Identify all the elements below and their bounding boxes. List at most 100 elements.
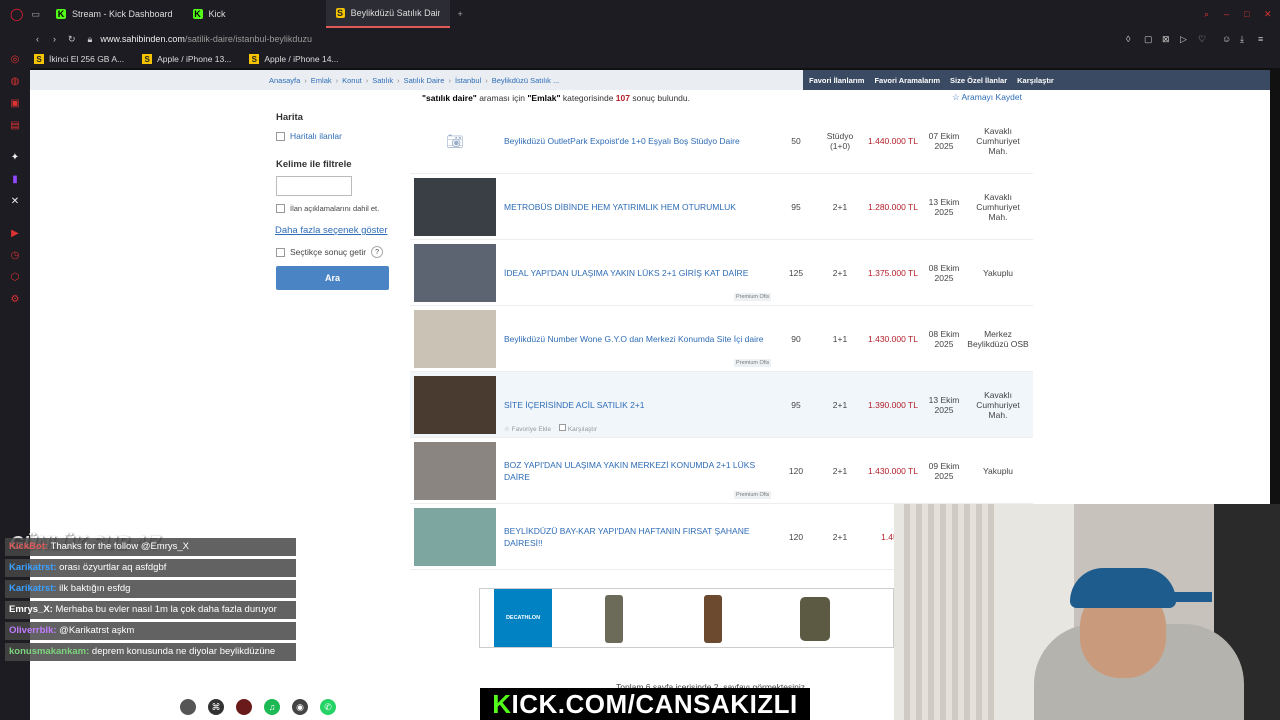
whatsapp-icon[interactable]: ✆ <box>320 699 336 715</box>
listing-title[interactable]: BEYLİKDÜZÜ BAY-KAR YAPI'DAN HAFTANIN FIR… <box>504 504 776 570</box>
obs-icon[interactable]: ◉ <box>292 699 308 715</box>
settings-icon[interactable]: ⚙ <box>9 294 21 306</box>
listing-m2: 95 <box>791 400 801 410</box>
listing-date: 13 Ekim 2025 <box>928 197 960 217</box>
user-link[interactable]: Favori Aramalarım <box>874 76 940 85</box>
search-button[interactable]: Ara <box>276 266 389 290</box>
back-icon[interactable]: ‹ <box>36 34 39 44</box>
keyword-title: Kelime ile filtrele <box>276 159 352 170</box>
profile-icon[interactable]: ☺ <box>1222 34 1231 44</box>
maximize-icon[interactable]: □ <box>1244 9 1249 19</box>
lock-icon: 🔒︎ <box>87 33 93 44</box>
breadcrumb-item[interactable]: Emlak <box>311 76 332 85</box>
breadcrumb-item[interactable]: Konut <box>342 76 362 85</box>
selective-checkbox[interactable]: Seçtikçe sonuç getir? <box>276 246 391 258</box>
listing-row[interactable]: SİTE İÇERİSİNDE ACİL SATILIK 2+1 95 2+1 1.3… <box>410 372 1033 438</box>
listing-thumbnail[interactable] <box>414 442 496 500</box>
x-icon[interactable]: ✕ <box>9 196 21 208</box>
listing-price: 1.440.000 TL <box>868 136 918 146</box>
heart-icon[interactable]: ♡ <box>1198 34 1206 45</box>
listing-title[interactable]: METROBÜS DİBİNDE HEM YATIRIMLIK HEM OTUR… <box>504 174 776 240</box>
extensions-icon[interactable]: ⬡ <box>9 272 21 284</box>
chat-username: konusmakankam: <box>9 646 90 657</box>
chat-icon[interactable]: ▣ <box>9 98 21 110</box>
breadcrumb-item[interactable]: İstanbul <box>455 76 481 85</box>
twitch-icon[interactable]: ▮ <box>9 174 21 186</box>
include-desc-checkbox[interactable]: İlan açıklamalarını dahil et. <box>276 204 391 213</box>
bookmark-icon[interactable]: ◊ <box>1126 34 1130 44</box>
search-tabs-icon[interactable]: ⌕ <box>1204 9 1209 20</box>
bookmark-item[interactable]: S Apple / iPhone 13... <box>142 54 231 64</box>
chat-text: orası özyurtlar aq asfdgbf <box>56 562 167 573</box>
stream-chat: KickBot: Thanks for the follow @Emrys_X K… <box>0 538 300 664</box>
chat-username: Karikatrst: <box>9 562 57 573</box>
breadcrumb-item[interactable]: Satılık <box>372 76 393 85</box>
tab-overview-icon[interactable]: ▭ <box>31 9 40 20</box>
app-icon[interactable] <box>180 699 196 715</box>
save-search-button[interactable]: ☆ Aramayı Kaydet <box>952 92 1022 103</box>
aria-icon[interactable]: ◎ <box>9 54 21 66</box>
shield-icon[interactable]: ⊠ <box>1162 34 1170 45</box>
ad-banner[interactable]: DECATHLON <box>479 588 894 648</box>
user-link[interactable]: Favori İlanlarım <box>809 76 864 85</box>
player-icon[interactable]: ▶ <box>9 228 21 240</box>
new-tab-icon[interactable]: + <box>458 9 463 19</box>
snapshot-icon[interactable]: ▢ <box>1144 34 1153 45</box>
map-checkbox[interactable]: Haritalı ilanlar <box>276 131 391 141</box>
add-favorite-button[interactable]: ☆ Favoriye Ekle <box>504 425 551 433</box>
listing-thumbnail[interactable] <box>414 310 496 368</box>
more-options-link[interactable]: Daha fazla seçenek göster <box>275 225 392 236</box>
premium-badge: Premium Ofis <box>734 359 772 367</box>
breadcrumb-item[interactable]: Anasayfa <box>269 76 300 85</box>
minimize-icon[interactable]: – <box>1224 9 1229 19</box>
breadcrumb-separator: › <box>304 76 307 85</box>
stream-url-banner: K ICK.COM/CANSAKIZLI <box>480 688 810 720</box>
tab-kick[interactable]: K Kick <box>183 0 326 28</box>
play-icon[interactable]: ▷ <box>1180 34 1187 45</box>
media-icon[interactable]: ▤ <box>9 120 21 132</box>
messenger-icon[interactable]: ◍ <box>9 76 21 88</box>
kick-rail-icon[interactable]: ✦ <box>9 152 21 164</box>
address-bar: ‹ › ↻ 🔒︎ www.sahibinden.com/satilik-dair… <box>0 28 1280 50</box>
listing-row[interactable]: BOZ YAPI'DAN ULAŞIMA YAKIN MERKEZİ KONUM… <box>410 438 1033 504</box>
listing-thumbnail[interactable] <box>414 244 496 302</box>
listing-title[interactable]: Beylikdüzü OutletPark Expoist'de 1+0 Eşy… <box>504 108 776 174</box>
listing-row[interactable]: İDEAL YAPI'DAN ULAŞIMA YAKIN LÜKS 2+1 Gİ… <box>410 240 1033 306</box>
listing-row[interactable]: Beylikdüzü Number Wone G.Y.O dan Merkezi… <box>410 306 1033 372</box>
keyword-input[interactable] <box>276 176 352 196</box>
tab-kick-dashboard[interactable]: K Stream - Kick Dashboard <box>46 0 183 28</box>
menu-icon[interactable]: ≡ <box>1258 34 1263 44</box>
user-link[interactable]: Size Özel İlanlar <box>950 76 1007 85</box>
user-link[interactable]: Karşılaştır <box>1017 76 1054 85</box>
listing-row[interactable]: METROBÜS DİBİNDE HEM YATIRIMLIK HEM OTUR… <box>410 174 1033 240</box>
compare-checkbox[interactable]: Karşılaştır <box>559 424 597 433</box>
result-summary: "satılık daire" araması için "Emlak" kat… <box>422 93 691 103</box>
terminal-icon[interactable]: ⌘ <box>208 699 224 715</box>
chat-text: Merhaba bu evler nasıl 1m la çok daha fa… <box>52 604 277 615</box>
spotify-icon[interactable]: ♫ <box>264 699 280 715</box>
listing-thumbnail[interactable] <box>414 178 496 236</box>
close-icon[interactable]: ✕ <box>1264 9 1272 20</box>
help-icon[interactable]: ? <box>371 246 384 258</box>
listing-rooms: 2+1 <box>832 202 848 212</box>
chat-text: @Karikatrst aşkm <box>56 625 135 636</box>
download-icon[interactable]: ⤓ <box>1240 34 1244 45</box>
listing-row[interactable]: 📷︎ Beylikdüzü OutletPark Expoist'de 1+0 E… <box>410 108 1033 174</box>
bookmark-item[interactable]: S Apple / iPhone 14... <box>249 54 339 64</box>
opera-icon[interactable]: ◯ <box>10 7 23 21</box>
chat-message: Emrys_X: Merhaba bu evler nasıl 1m la ço… <box>5 601 296 619</box>
kick-icon: K <box>192 9 203 19</box>
listing-thumbnail[interactable] <box>414 508 496 566</box>
listing-thumbnail[interactable] <box>414 376 496 434</box>
bookmark-item[interactable]: S İkinci El 256 GB A... <box>34 54 124 64</box>
reload-icon[interactable]: ↻ <box>68 34 76 45</box>
breadcrumb-item[interactable]: Beylikdüzü Satılık ... <box>492 76 560 85</box>
chat-message: Karikatrst: ilk baktığın esfdg <box>5 580 296 598</box>
breadcrumb-item[interactable]: Satılık Daire <box>404 76 445 85</box>
history-icon[interactable]: ◷ <box>9 250 21 262</box>
chat-message: Oliverrblk: @Karikatrst aşkm <box>5 622 296 640</box>
app-icon[interactable] <box>236 699 252 715</box>
tab-sahibinden[interactable]: S Beylikdüzü Satılık Daire İl <box>325 0 450 28</box>
url-field[interactable]: www.sahibinden.com/satilik-daire/istanbu… <box>100 34 312 44</box>
forward-icon[interactable]: › <box>53 34 56 44</box>
